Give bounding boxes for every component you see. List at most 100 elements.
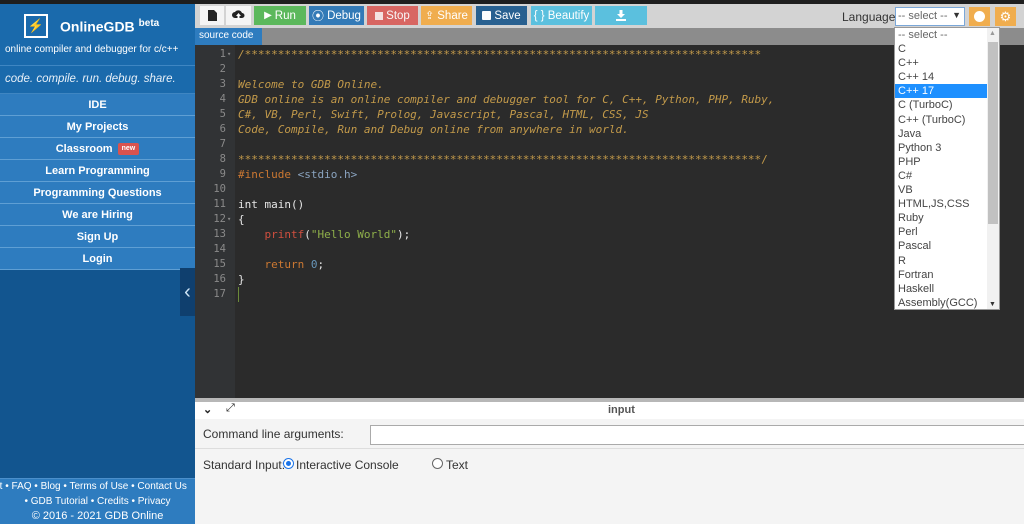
run-label: Run bbox=[274, 9, 296, 22]
string-literal: "Hello World" bbox=[310, 228, 397, 241]
brand-name-text: OnlineGDB bbox=[60, 18, 135, 35]
sidebar-item-label: Learn Programming bbox=[45, 165, 150, 177]
sidebar-nav: IDE My Projects Classroom new Learn Prog… bbox=[0, 94, 195, 270]
tagline: code. compile. run. debug. share. bbox=[0, 66, 195, 94]
brand-subtitle: online compiler and debugger for c/c++ bbox=[5, 44, 179, 55]
debug-label: Debug bbox=[327, 9, 361, 22]
text-radio[interactable] bbox=[432, 458, 443, 469]
stdin-label: Standard Input: bbox=[203, 458, 286, 472]
sidebar-item-login[interactable]: Login bbox=[0, 248, 195, 270]
comment-text: Welcome to GDB Online. bbox=[238, 78, 384, 91]
language-option[interactable]: PHP bbox=[895, 155, 999, 169]
upload-button[interactable] bbox=[226, 6, 251, 25]
chevron-down-icon[interactable]: ⌄ bbox=[203, 403, 212, 416]
language-select[interactable]: -- select -- ▼ bbox=[895, 7, 965, 26]
sidebar-collapse-button[interactable]: ‹ bbox=[180, 268, 195, 316]
expand-icon[interactable]: ⤢ bbox=[226, 402, 235, 415]
comment-text: C#, VB, Perl, Swift, Prolog, Javascript,… bbox=[238, 108, 649, 121]
language-option[interactable]: C++ 17 bbox=[895, 84, 999, 99]
cloud-upload-icon bbox=[232, 10, 245, 20]
language-option[interactable]: Java bbox=[895, 127, 999, 141]
debug-icon: ⦿ bbox=[312, 9, 325, 23]
number-literal: 0 bbox=[304, 258, 318, 271]
language-option[interactable]: Fortran bbox=[895, 268, 999, 282]
file-icon bbox=[207, 10, 217, 21]
sidebar: ⚡ OnlineGDB beta online compiler and debu… bbox=[0, 4, 195, 524]
language-option[interactable]: Python 3 bbox=[895, 141, 999, 155]
sidebar-item-programming-questions[interactable]: Programming Questions bbox=[0, 182, 195, 204]
new-file-button[interactable] bbox=[200, 6, 224, 25]
code-text: ( bbox=[304, 228, 311, 241]
interactive-console-label[interactable]: Interactive Console bbox=[296, 458, 399, 472]
info-button[interactable] bbox=[969, 7, 990, 26]
text-radio-label[interactable]: Text bbox=[446, 458, 468, 472]
lightning-bolt-icon[interactable]: ⚡ bbox=[24, 14, 48, 38]
line-number: 14 bbox=[213, 243, 226, 255]
debug-button[interactable]: ⦿ Debug bbox=[309, 6, 364, 25]
language-option[interactable]: C++ (TurboC) bbox=[895, 113, 999, 127]
language-option[interactable]: R bbox=[895, 254, 999, 268]
input-panel: ⌄ ⤢ input Command line arguments: Standa… bbox=[195, 398, 1024, 524]
share-button[interactable]: ⇪ Share bbox=[421, 6, 472, 25]
sidebar-item-label: My Projects bbox=[66, 121, 129, 133]
sidebar-item-ide[interactable]: IDE bbox=[0, 94, 195, 116]
brand-name[interactable]: OnlineGDB beta bbox=[60, 18, 159, 35]
language-option[interactable]: Haskell bbox=[895, 282, 999, 296]
language-option[interactable]: C bbox=[895, 42, 999, 56]
keyword: return bbox=[264, 258, 305, 271]
text-cursor bbox=[238, 287, 239, 302]
language-option[interactable]: C (TurboC) bbox=[895, 98, 999, 112]
include-header: <stdio.h> bbox=[290, 168, 358, 181]
preprocessor-directive: #include bbox=[238, 168, 291, 181]
share-label: Share bbox=[437, 9, 468, 22]
sidebar-item-label: Programming Questions bbox=[33, 187, 162, 199]
language-dropdown-list[interactable]: -- select -- C C++ C++ 14 C++ 17 C (TurboC) C+… bbox=[894, 27, 1000, 310]
sidebar-item-hiring[interactable]: We are Hiring bbox=[0, 204, 195, 226]
language-option[interactable]: -- select -- bbox=[895, 28, 999, 42]
args-label: Command line arguments: bbox=[203, 427, 344, 441]
comment-text: ****************************************… bbox=[238, 153, 768, 166]
interactive-console-radio[interactable] bbox=[283, 458, 294, 469]
scroll-down-icon[interactable]: ▼ bbox=[989, 301, 996, 308]
settings-button[interactable]: ⚙ bbox=[995, 7, 1016, 26]
chevron-down-icon: ▼ bbox=[952, 10, 961, 20]
floppy-disk-icon bbox=[482, 11, 492, 20]
language-option[interactable]: C++ bbox=[895, 56, 999, 70]
stop-button[interactable]: Stop bbox=[367, 6, 418, 25]
language-option[interactable]: C++ 14 bbox=[895, 70, 999, 84]
language-option[interactable]: HTML,JS,CSS bbox=[895, 197, 999, 211]
comment-text: /***************************************… bbox=[238, 48, 762, 61]
save-button[interactable]: Save bbox=[476, 6, 527, 25]
save-label: Save bbox=[494, 9, 521, 22]
sidebar-item-label: Sign Up bbox=[76, 231, 119, 243]
gear-icon: ⚙ bbox=[999, 8, 1012, 24]
scrollbar-thumb[interactable] bbox=[988, 42, 998, 224]
scroll-up-icon[interactable]: ▲ bbox=[989, 30, 996, 37]
language-option[interactable]: C# bbox=[895, 169, 999, 183]
language-option[interactable]: Pascal bbox=[895, 239, 999, 253]
download-button[interactable] bbox=[595, 6, 647, 25]
sidebar-item-classroom[interactable]: Classroom new bbox=[0, 138, 195, 160]
footer-links-2[interactable]: • GDB Tutorial • Credits • Privacy bbox=[0, 494, 195, 509]
code-text: { bbox=[238, 213, 245, 226]
command-line-args-input[interactable] bbox=[370, 425, 1024, 445]
footer-links-1[interactable]: ut • FAQ • Blog • Terms of Use • Contact… bbox=[0, 479, 195, 494]
run-button[interactable]: ▶ Run bbox=[254, 6, 306, 25]
beta-label: beta bbox=[138, 18, 160, 29]
language-option[interactable]: Ruby bbox=[895, 211, 999, 225]
chevron-left-icon: ‹ bbox=[184, 280, 191, 303]
line-number: 17 bbox=[213, 288, 226, 300]
sidebar-item-sign-up[interactable]: Sign Up bbox=[0, 226, 195, 248]
language-option[interactable]: Assembly(GCC) bbox=[895, 296, 999, 309]
dropdown-scrollbar[interactable]: ▲ ▼ bbox=[987, 28, 999, 309]
sidebar-item-learn-programming[interactable]: Learn Programming bbox=[0, 160, 195, 182]
language-option[interactable]: Perl bbox=[895, 225, 999, 239]
sidebar-item-my-projects[interactable]: My Projects bbox=[0, 116, 195, 138]
comment-text: GDB online is an online compiler and deb… bbox=[238, 93, 775, 106]
beautify-button[interactable]: { } Beautify bbox=[531, 6, 592, 25]
code-text: ; bbox=[317, 258, 325, 271]
new-badge: new bbox=[117, 143, 140, 156]
language-option[interactable]: VB bbox=[895, 183, 999, 197]
tab-source-code[interactable]: source code bbox=[195, 28, 262, 45]
sidebar-item-label: Classroom bbox=[55, 143, 113, 155]
